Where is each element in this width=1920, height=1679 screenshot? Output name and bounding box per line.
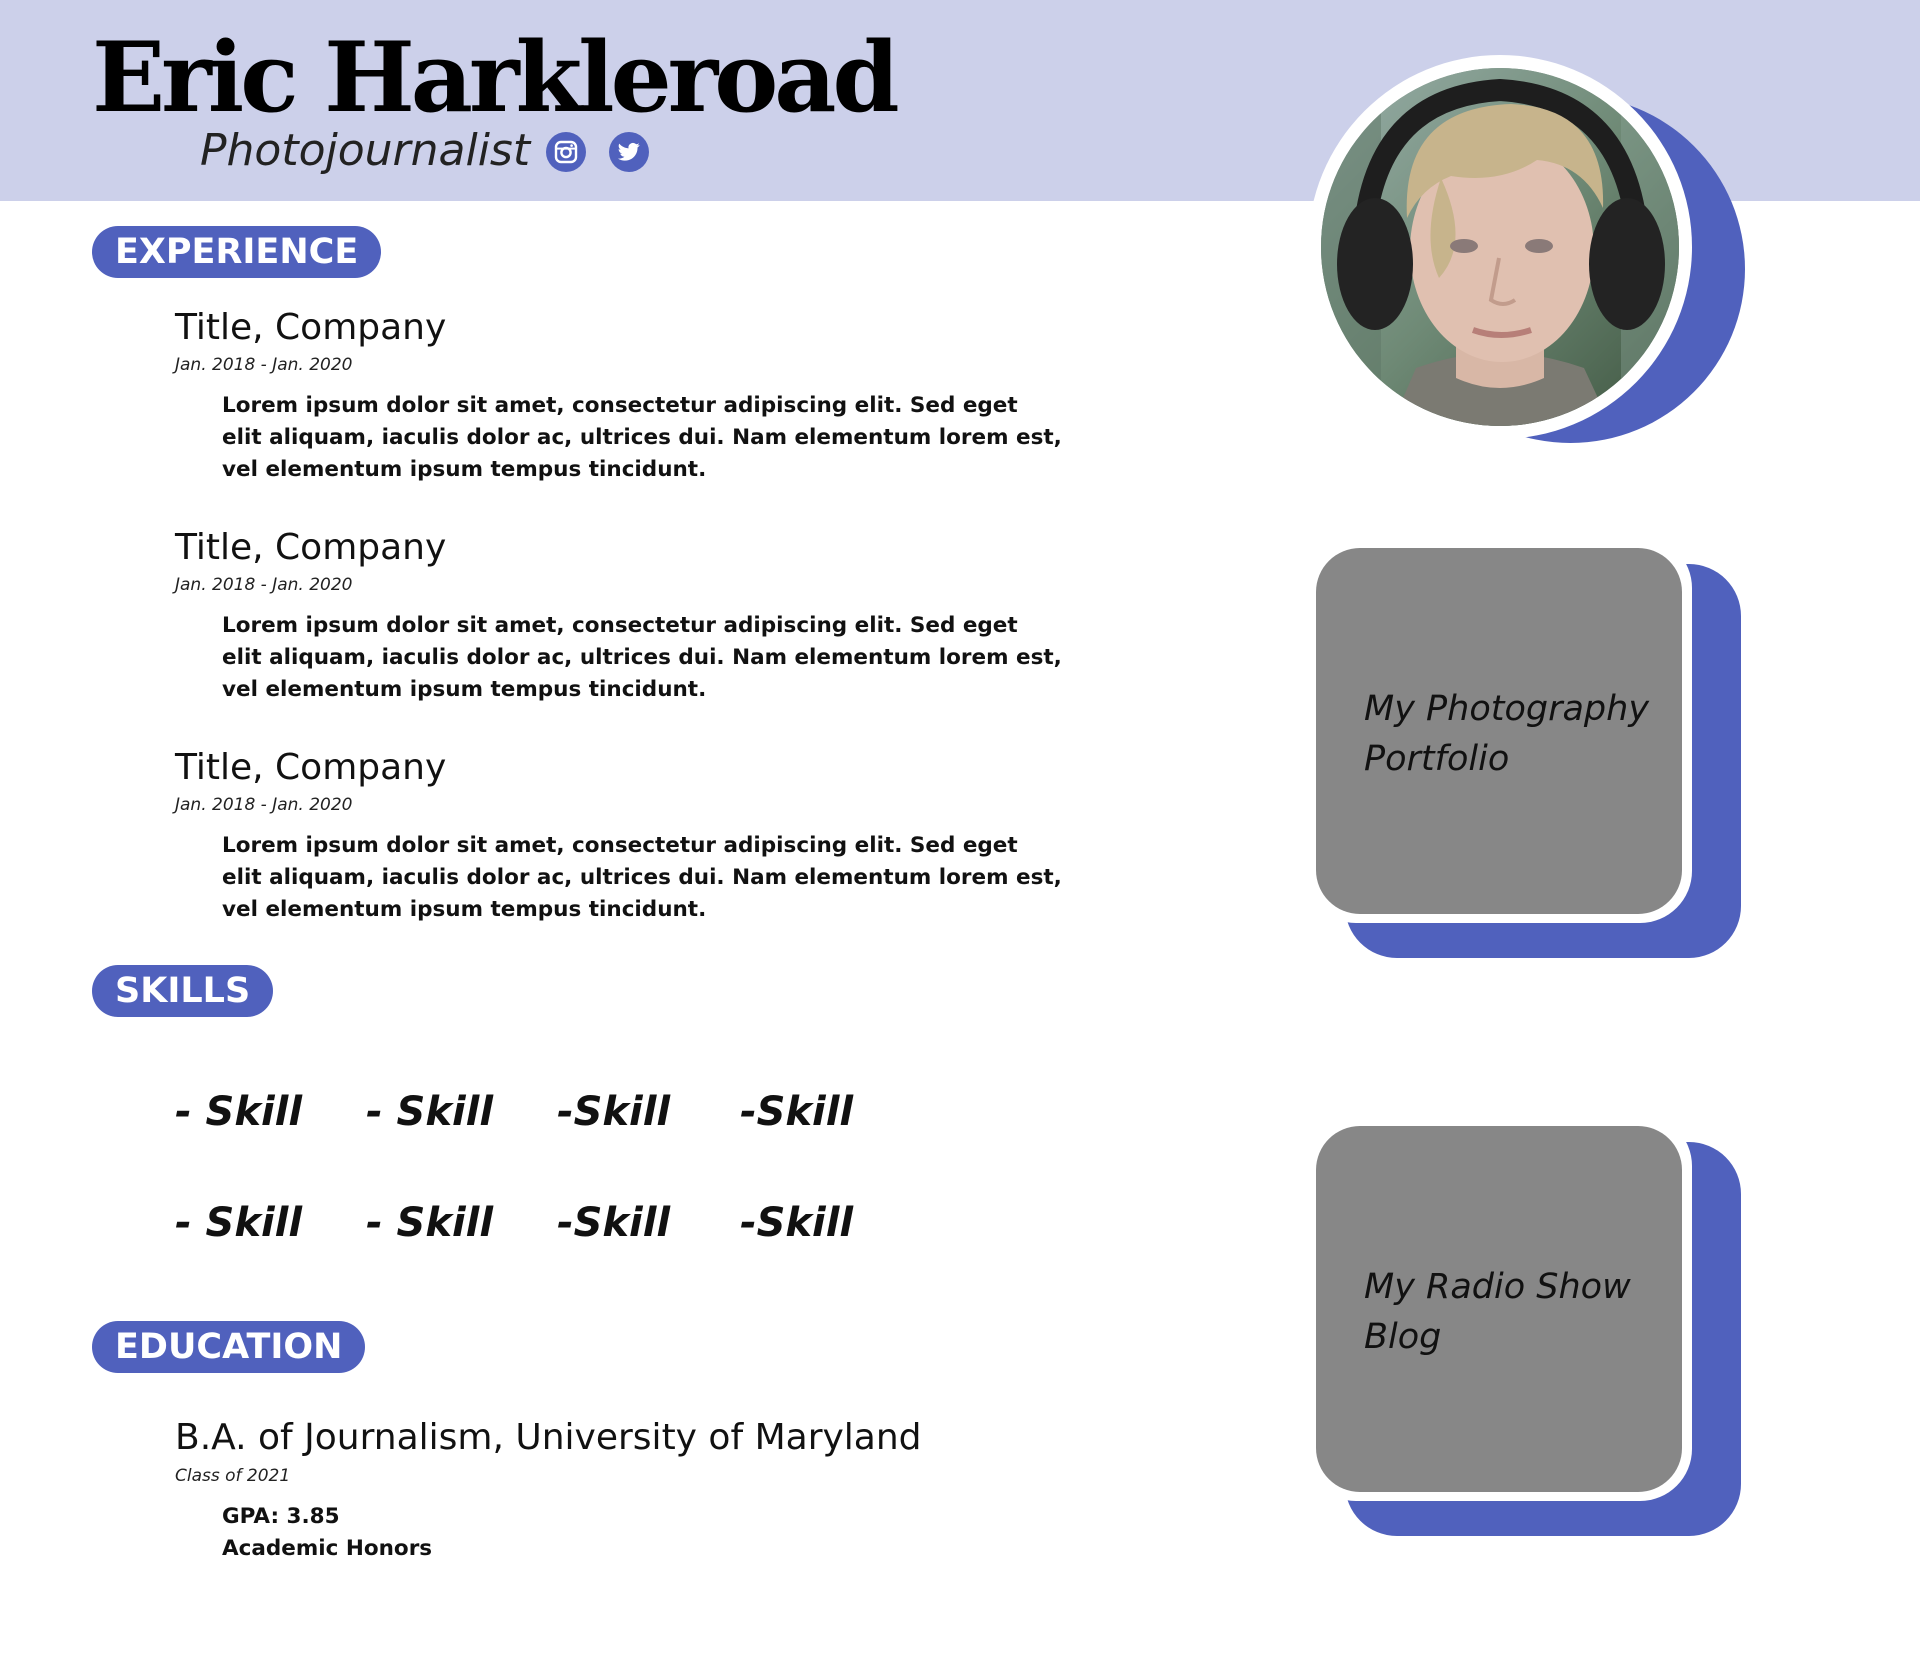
card-label-line: My Photography [1364, 689, 1650, 729]
section-heading-experience: EXPERIENCE [92, 226, 382, 278]
skill-item: - Skill [366, 1200, 494, 1246]
card-label: My Photography Portfolio [1364, 684, 1664, 784]
card-label-line: Portfolio [1364, 739, 1510, 779]
radio-show-blog-link[interactable]: My Radio Show Blog [1316, 1126, 1682, 1492]
instagram-icon [554, 140, 578, 164]
skill-item: - Skill [366, 1089, 494, 1135]
card-label: My Radio Show Blog [1364, 1262, 1664, 1362]
job-dates: Jan. 2018 - Jan. 2020 [175, 355, 353, 375]
education-detail: Academic Honors [222, 1536, 433, 1561]
education-detail: GPA: 3.85 [222, 1504, 340, 1529]
profile-photo [1321, 68, 1679, 426]
job-title: Title, Company [175, 527, 447, 568]
skill-item: -Skill [740, 1089, 854, 1135]
card-label-line: Blog [1364, 1317, 1442, 1357]
person-role: Photojournalist [200, 125, 531, 176]
job-description: Lorem ipsum dolor sit amet, consectetur … [222, 613, 1062, 702]
skill-item: - Skill [175, 1089, 303, 1135]
job-title: Title, Company [175, 747, 447, 788]
twitter-link[interactable] [609, 132, 649, 172]
instagram-link[interactable] [546, 132, 586, 172]
photography-portfolio-link[interactable]: My Photography Portfolio [1316, 548, 1682, 914]
job-title: Title, Company [175, 307, 447, 348]
job-description: Lorem ipsum dolor sit amet, consectetur … [222, 833, 1062, 922]
skill-item: - Skill [175, 1200, 303, 1246]
section-heading-skills: SKILLS [92, 965, 274, 1017]
job-dates: Jan. 2018 - Jan. 2020 [175, 575, 353, 595]
degree-title: B.A. of Journalism, University of Maryla… [175, 1417, 922, 1458]
skill-item: -Skill [740, 1200, 854, 1246]
section-heading-education: EDUCATION [92, 1321, 366, 1373]
photography-portfolio-card: My Photography Portfolio [1304, 536, 1744, 968]
skill-item: -Skill [557, 1200, 671, 1246]
profile-photo-image [1321, 68, 1679, 426]
radio-show-blog-card: My Radio Show Blog [1304, 1114, 1744, 1546]
skill-item: -Skill [557, 1089, 671, 1135]
graduation-year: Class of 2021 [175, 1466, 291, 1486]
job-dates: Jan. 2018 - Jan. 2020 [175, 795, 353, 815]
twitter-icon [618, 142, 640, 161]
card-label-line: My Radio Show [1364, 1267, 1631, 1307]
person-name: Eric Harkleroad [92, 21, 900, 134]
profile-photo-frame [1304, 48, 1745, 508]
job-description: Lorem ipsum dolor sit amet, consectetur … [222, 393, 1062, 482]
